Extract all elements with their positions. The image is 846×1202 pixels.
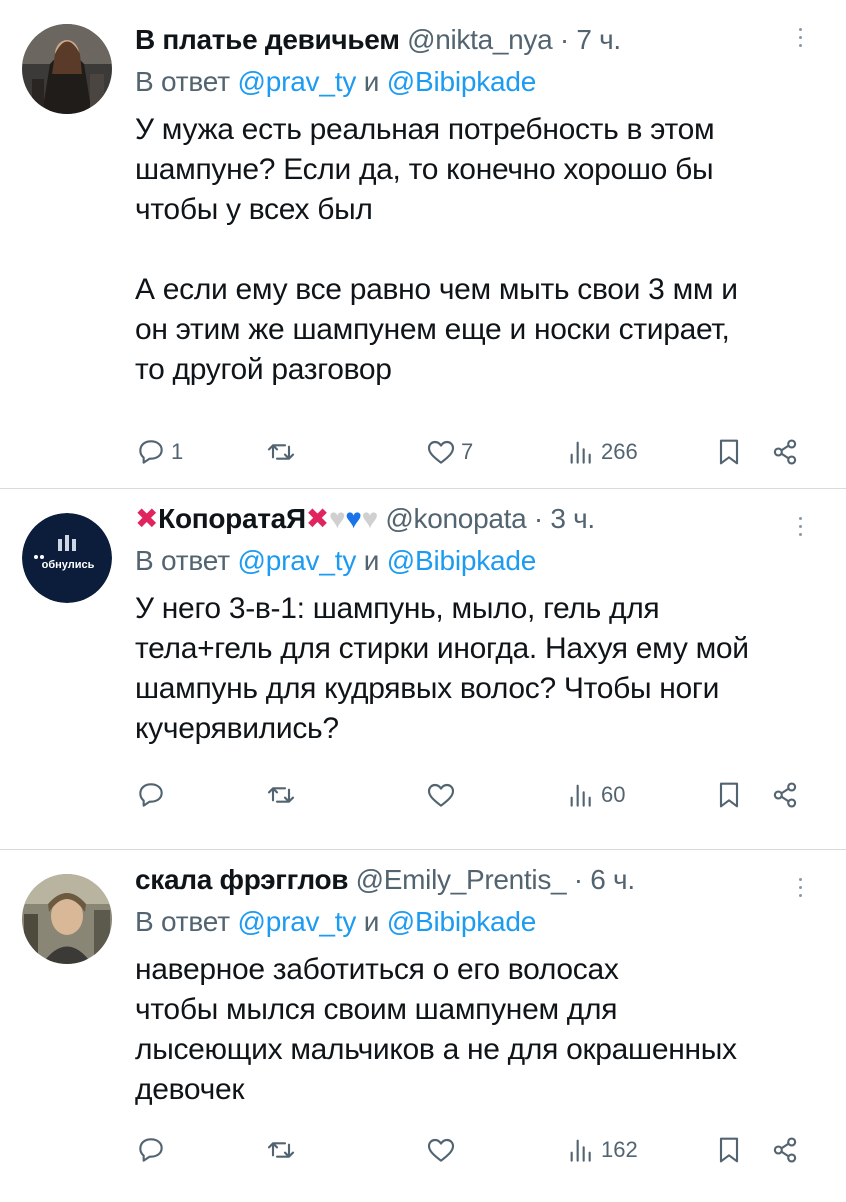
white-heart-icon: ♥ <box>328 503 346 534</box>
timestamp[interactable]: 6 ч. <box>590 864 635 895</box>
retweet-button[interactable] <box>265 779 301 811</box>
tweet[interactable]: обнулись ✖КопоратаЯ✖♥♥♥ @konopata · 3 ч.… <box>0 489 846 849</box>
mention-link[interactable]: @Bibipkade <box>387 66 537 97</box>
bookmark-button[interactable] <box>713 1134 745 1166</box>
reply-button[interactable] <box>135 1134 171 1166</box>
views-icon <box>570 441 591 464</box>
like-button[interactable] <box>425 1134 461 1166</box>
avatar-image <box>22 24 112 114</box>
share-button[interactable] <box>769 779 801 811</box>
views-icon <box>570 784 591 807</box>
more-options-icon[interactable] <box>798 517 804 541</box>
more-options-icon[interactable] <box>798 28 804 52</box>
mention-link[interactable]: @prav_ty <box>237 66 356 97</box>
tweet[interactable]: скала фрэгглов @Emily_Prentis_ · 6 ч. В … <box>0 850 846 1202</box>
heart-icon <box>427 440 455 464</box>
bookmark-button[interactable] <box>713 436 745 468</box>
mention-link[interactable]: @prav_ty <box>237 545 356 576</box>
reply-and: и <box>363 545 380 576</box>
heart-icon <box>427 783 455 807</box>
separator-dot: · <box>573 864 583 895</box>
like-button[interactable]: 7 <box>425 436 473 468</box>
reply-count: 1 <box>171 439 184 464</box>
bookmark-button[interactable] <box>713 779 745 811</box>
reply-prefix: В ответ <box>135 545 230 576</box>
tweet-text: У мужа есть реальная потребность в этом … <box>135 113 738 386</box>
action-bar: 60 <box>135 775 806 815</box>
reply-context: В ответ @prav_ty и @Bibipkade <box>135 541 806 581</box>
reply-button[interactable] <box>135 779 171 811</box>
white-heart-icon: ♥ <box>361 503 379 534</box>
mention-link[interactable]: @Bibipkade <box>387 545 537 576</box>
tweet-header: скала фрэгглов @Emily_Prentis_ · 6 ч. <box>135 862 806 898</box>
mention-link[interactable]: @Bibipkade <box>387 906 537 937</box>
display-name[interactable]: В платье девичьем <box>135 24 400 55</box>
share-button[interactable] <box>769 1134 801 1166</box>
views-button[interactable]: 162 <box>565 1134 638 1166</box>
heart-icon <box>427 1138 455 1162</box>
reply-context: В ответ @prav_ty и @Bibipkade <box>135 62 806 102</box>
reply-context: В ответ @prav_ty и @Bibipkade <box>135 902 806 942</box>
share-button[interactable] <box>769 436 801 468</box>
reply-prefix: В ответ <box>135 66 230 97</box>
views-icon <box>570 1139 591 1162</box>
avatar[interactable] <box>22 24 112 114</box>
timestamp[interactable]: 3 ч. <box>550 503 595 534</box>
display-name-text: КопоратаЯ <box>158 503 306 534</box>
like-button[interactable] <box>425 779 461 811</box>
retweet-icon <box>267 444 295 460</box>
share-icon <box>773 782 797 808</box>
like-count: 7 <box>461 439 474 464</box>
reply-and: и <box>363 906 380 937</box>
retweet-icon <box>267 787 295 803</box>
reply-prefix: В ответ <box>135 906 230 937</box>
reply-button[interactable]: 1 <box>135 436 183 468</box>
separator-dot: · <box>533 503 543 534</box>
avatar-label: обнулись <box>42 559 95 571</box>
mention-link[interactable]: @prav_ty <box>237 906 356 937</box>
user-handle[interactable]: @Emily_Prentis_ <box>356 864 567 895</box>
avatar-image <box>22 874 112 964</box>
retweet-icon <box>267 1142 295 1158</box>
tweet-header: В платье девичьем @nikta_nya · 7 ч. <box>135 22 806 58</box>
bookmark-icon <box>719 782 739 808</box>
action-bar: 162 <box>135 1130 806 1170</box>
user-handle[interactable]: @konopata <box>385 503 526 534</box>
retweet-button[interactable] <box>265 436 301 468</box>
reply-icon <box>139 440 163 464</box>
views-count: 162 <box>601 1137 638 1162</box>
cross-mark-icon: ✖ <box>135 503 159 534</box>
tweet-header: ✖КопоратаЯ✖♥♥♥ @konopata · 3 ч. <box>135 501 806 537</box>
bookmark-icon <box>719 1137 739 1163</box>
tweet-text: наверное заботиться о его волосах чтобы … <box>135 953 737 1106</box>
views-count: 266 <box>601 439 638 464</box>
reply-icon <box>139 1138 163 1162</box>
action-bar: 1 7 266 <box>135 432 806 472</box>
share-icon <box>773 1137 797 1163</box>
cross-mark-icon: ✖ <box>305 503 329 534</box>
more-options-icon[interactable] <box>798 878 804 902</box>
avatar[interactable]: обнулись <box>22 513 112 603</box>
timestamp[interactable]: 7 ч. <box>576 24 621 55</box>
bookmark-icon <box>719 439 739 465</box>
reply-and: и <box>363 66 380 97</box>
tweet-text: У него 3-в-1: шампунь, мыло, гель для те… <box>135 592 749 745</box>
views-count: 60 <box>601 782 626 807</box>
user-handle[interactable]: @nikta_nya <box>407 24 553 55</box>
views-button[interactable]: 60 <box>565 779 625 811</box>
tweet[interactable]: В платье девичьем @nikta_nya · 7 ч. В от… <box>0 0 846 488</box>
views-button[interactable]: 266 <box>565 436 638 468</box>
separator-dot: · <box>559 24 569 55</box>
display-name[interactable]: ✖КопоратаЯ✖♥♥♥ <box>135 503 378 534</box>
avatar[interactable] <box>22 874 112 964</box>
display-name[interactable]: скала фрэгглов <box>135 864 348 895</box>
retweet-button[interactable] <box>265 1134 301 1166</box>
share-icon <box>773 439 797 465</box>
blue-heart-icon: ♥ <box>345 503 362 534</box>
avatar-image: обнулись <box>22 513 112 603</box>
reply-icon <box>139 783 163 807</box>
